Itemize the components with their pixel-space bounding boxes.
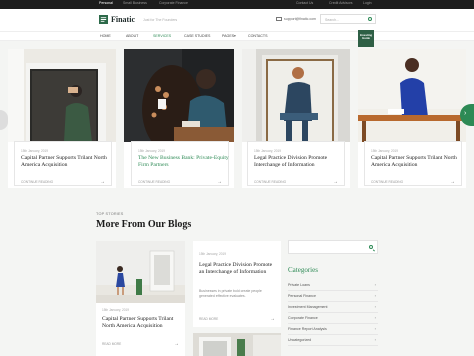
sidebar-search-input[interactable] bbox=[288, 240, 378, 254]
chevron-right-icon: › bbox=[464, 110, 467, 117]
slide-4-image bbox=[358, 49, 466, 142]
nav-pages[interactable]: PAGES bbox=[222, 34, 234, 38]
nav-home[interactable]: HOME bbox=[100, 34, 111, 38]
search-icon[interactable] bbox=[368, 17, 372, 21]
topbar-advisors[interactable]: Credit Advisors bbox=[329, 1, 353, 5]
chevron-right-icon: › bbox=[374, 282, 376, 287]
nav-about[interactable]: ABOUT bbox=[126, 34, 138, 38]
arrow-right-icon[interactable]: → bbox=[100, 179, 105, 185]
mail-icon bbox=[276, 17, 282, 21]
chevron-right-icon: › bbox=[374, 315, 376, 320]
slide-4-card[interactable]: 15th January, 2019 Capital Partner Suppo… bbox=[364, 141, 462, 186]
category-corporate-finance[interactable]: Corporate Finance › bbox=[288, 313, 378, 324]
chevron-right-icon: › bbox=[374, 304, 376, 309]
arrow-right-icon[interactable]: → bbox=[333, 179, 338, 185]
slide-3-card[interactable]: 15th January, 2019 Legal Practice Divisi… bbox=[247, 141, 345, 186]
search-placeholder: Search... bbox=[325, 18, 340, 22]
slider-prev-button[interactable] bbox=[0, 110, 8, 130]
arrow-right-icon[interactable]: → bbox=[174, 341, 179, 347]
topbar-link-corporate[interactable]: Corporate Finance bbox=[159, 1, 188, 5]
slide-1-title[interactable]: Capital Partner Supports Trilant North A… bbox=[21, 155, 113, 169]
slide-2-card[interactable]: 15th January, 2019 The New Business Bank… bbox=[131, 141, 229, 186]
slide-1-more[interactable]: CONTINUE READING bbox=[21, 180, 53, 184]
topbar-login[interactable]: Login bbox=[363, 1, 372, 5]
category-uncategorized[interactable]: Uncategorized › bbox=[288, 335, 378, 346]
nav-contacts[interactable]: CONTACTS bbox=[248, 34, 268, 38]
blog-3-image bbox=[193, 333, 281, 356]
chevron-down-icon[interactable]: ▾ bbox=[234, 34, 236, 38]
slide-4-title[interactable]: Capital Partner Supports Trilant North A… bbox=[371, 155, 463, 169]
tagline: Just for The Founders bbox=[143, 18, 178, 22]
category-personal-finance[interactable]: Personal Finance › bbox=[288, 291, 378, 302]
slide-1-card[interactable]: 15th January, 2019 Capital Partner Suppo… bbox=[14, 141, 112, 186]
section-title: More From Our Blogs bbox=[96, 219, 192, 230]
search-icon[interactable] bbox=[369, 245, 373, 249]
search-input[interactable]: Search... bbox=[320, 14, 376, 24]
arrow-right-icon[interactable]: → bbox=[450, 179, 455, 185]
category-finance-report[interactable]: Finance Report Analysis › bbox=[288, 324, 378, 335]
categories-heading: Categories bbox=[288, 266, 318, 274]
chevron-right-icon: › bbox=[374, 337, 376, 342]
arrow-right-icon[interactable]: → bbox=[270, 316, 275, 322]
chevron-right-icon: › bbox=[374, 293, 376, 298]
blog-1-date: 15th January, 2019 bbox=[102, 308, 130, 312]
top-bar: Personal Small Business Corporate Financ… bbox=[0, 0, 474, 9]
nav-services[interactable]: SERVICES bbox=[153, 34, 171, 38]
slide-3-more[interactable]: CONTINUE READING bbox=[254, 180, 286, 184]
blog-card-3[interactable] bbox=[193, 333, 281, 356]
investing-guide-badge[interactable]: Investing Guide bbox=[358, 30, 374, 47]
blog-1-title[interactable]: Capital Partner Supports Trilant North A… bbox=[102, 316, 180, 330]
slide-2-image bbox=[124, 49, 234, 142]
logo-icon[interactable] bbox=[99, 15, 108, 24]
blog-card-1[interactable]: 15th January, 2019 Capital Partner Suppo… bbox=[96, 241, 185, 356]
slide-2-date: 15th January, 2019 bbox=[138, 149, 166, 153]
slide-2-title[interactable]: The New Business Bank: Private-Equity Fi… bbox=[138, 155, 230, 169]
site-header: Finatic Just for The Founders support@fi… bbox=[0, 9, 474, 31]
slide-3-date: 15th January, 2019 bbox=[254, 149, 282, 153]
blog-card-2[interactable]: 15th January, 2019 Legal Practice Divisi… bbox=[193, 241, 281, 327]
topbar-link-small-business[interactable]: Small Business bbox=[123, 1, 147, 5]
slide-2-more[interactable]: CONTINUE READING bbox=[138, 180, 170, 184]
topbar-link-personal[interactable]: Personal bbox=[99, 1, 113, 5]
category-private-loans[interactable]: Private Loans › bbox=[288, 280, 378, 291]
slide-3-title[interactable]: Legal Practice Division Promote Intercha… bbox=[254, 155, 346, 169]
chevron-right-icon: › bbox=[374, 326, 376, 331]
main-nav: HOME ABOUT SERVICES CASE STUDIES PAGES ▾… bbox=[0, 31, 474, 41]
slide-3-image bbox=[242, 49, 350, 142]
slide-4-more[interactable]: CONTINUE READING bbox=[371, 180, 403, 184]
blog-2-excerpt: Businesses in private bold create people… bbox=[199, 289, 262, 298]
slide-4-date: 15th January, 2019 bbox=[371, 149, 399, 153]
blog-1-image bbox=[96, 241, 185, 303]
logo-text[interactable]: Finatic bbox=[111, 15, 135, 24]
topbar-contact[interactable]: Contact Us bbox=[296, 1, 313, 5]
blog-2-more[interactable]: READ MORE bbox=[199, 317, 218, 321]
blog-2-date: 15th January, 2019 bbox=[199, 252, 227, 256]
blog-2-title[interactable]: Legal Practice Division Promote an Inter… bbox=[199, 262, 277, 276]
arrow-right-icon[interactable]: → bbox=[217, 179, 222, 185]
slide-1-date: 15th January, 2019 bbox=[21, 149, 49, 153]
nav-case-studies[interactable]: CASE STUDIES bbox=[184, 34, 210, 38]
email-link[interactable]: support@finatic.com bbox=[284, 17, 316, 21]
section-kicker: TOP STORIES bbox=[96, 212, 124, 216]
slide-1-image bbox=[8, 49, 116, 142]
blog-1-more[interactable]: READ MORE bbox=[102, 342, 121, 346]
category-investment-management[interactable]: Investment Management › bbox=[288, 302, 378, 313]
